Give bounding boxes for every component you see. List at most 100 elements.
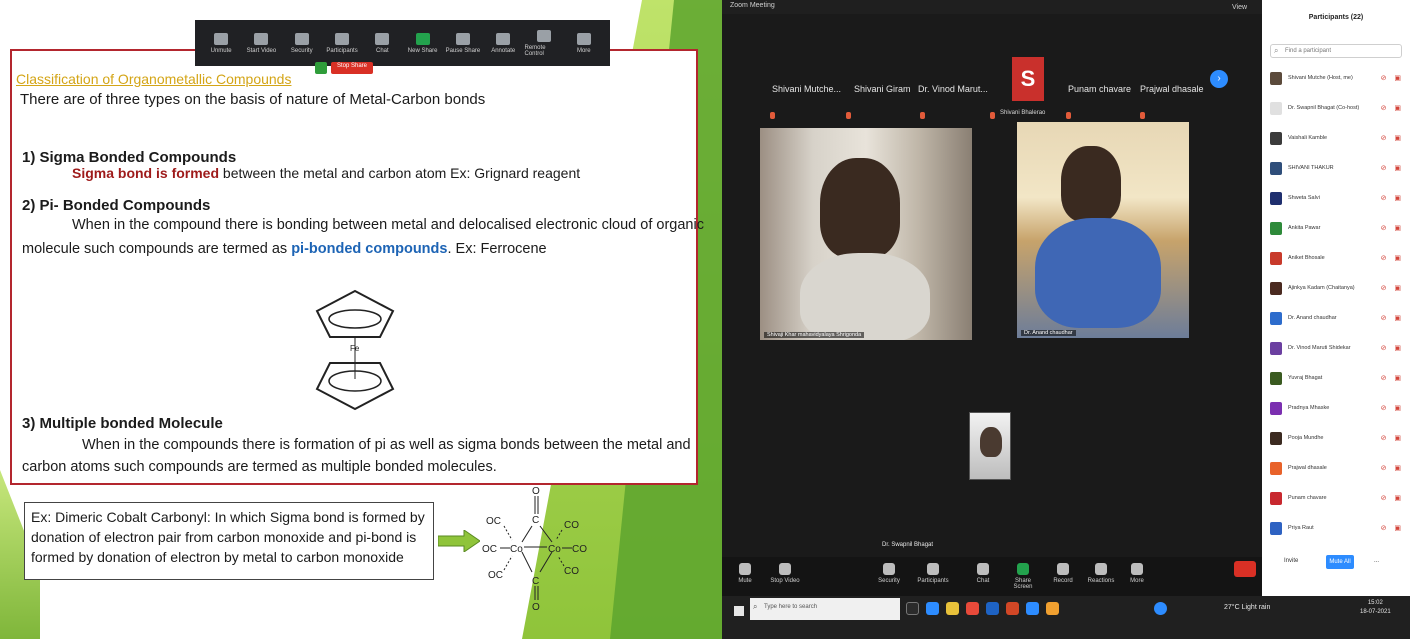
participants-more-button[interactable]: ... xyxy=(1374,558,1379,564)
edge-icon[interactable] xyxy=(1154,602,1167,615)
participants-button[interactable]: Participants xyxy=(916,563,950,584)
store-icon[interactable] xyxy=(1026,602,1039,615)
powerpoint-icon[interactable] xyxy=(1006,602,1019,615)
participant-row[interactable]: Pradnya Mhaske ⊘ ▣ xyxy=(1270,400,1404,418)
participant-row[interactable]: Dr. Swapnil Bhagat (Co-host) ⊘ ▣ xyxy=(1270,100,1404,118)
end-meeting-button[interactable] xyxy=(1234,561,1256,577)
participant-name: Yuvraj Bhagat xyxy=(1288,375,1323,381)
participant-search-input[interactable]: ⌕ Find a participant xyxy=(1270,44,1402,58)
muted-mic-video-off-icon[interactable]: ⊘ ▣ xyxy=(1381,254,1404,262)
app-icon[interactable] xyxy=(1046,602,1059,615)
muted-mic-video-off-icon[interactable]: ⊘ ▣ xyxy=(1381,314,1404,322)
slide-content-box: Classification of Organometallic Compoun… xyxy=(10,49,704,485)
participant-name: Dr. Anand chaudhar xyxy=(1288,315,1337,321)
participant-row[interactable]: Dr. Vinod Maruti Shidekar ⊘ ▣ xyxy=(1270,340,1404,358)
participant-name: SHIVANI THAKUR xyxy=(1288,165,1334,171)
participant-avatar[interactable]: S xyxy=(1012,57,1044,101)
toolbar-security-button[interactable]: Security xyxy=(283,32,321,54)
taskbar-search-placeholder: Type here to search xyxy=(764,604,818,610)
participant-row[interactable]: SHIVANI THAKUR ⊘ ▣ xyxy=(1270,160,1404,178)
toolbar-start-video-button[interactable]: Start Video xyxy=(242,32,280,54)
participant-row[interactable]: Aniket Bhosale ⊘ ▣ xyxy=(1270,250,1404,268)
record-button[interactable]: Record xyxy=(1046,563,1080,584)
muted-mic-video-off-icon[interactable]: ⊘ ▣ xyxy=(1381,494,1404,502)
toolbar-pause-share-button[interactable]: Pause Share xyxy=(444,32,482,54)
screen: Classification of Organometallic Compoun… xyxy=(0,0,1410,639)
strip-participant-name[interactable]: Shivani Mutche... xyxy=(772,84,841,94)
muted-mic-video-off-icon[interactable]: ⊘ ▣ xyxy=(1381,404,1404,412)
participant-row[interactable]: Yuvraj Bhagat ⊘ ▣ xyxy=(1270,370,1404,388)
mute-all-button[interactable]: Mute All xyxy=(1326,555,1354,569)
next-page-arrow-icon[interactable]: › xyxy=(1210,70,1228,88)
task-view-icon[interactable] xyxy=(906,602,919,615)
windows-start-icon[interactable] xyxy=(734,606,744,616)
toolbar-new-share-button[interactable]: New Share xyxy=(404,32,442,54)
security-button[interactable]: Security xyxy=(872,563,906,584)
participant-row[interactable]: Punam chavare ⊘ ▣ xyxy=(1270,490,1404,508)
muted-mic-video-off-icon[interactable]: ⊘ ▣ xyxy=(1381,224,1404,232)
toolbar-annotate-button[interactable]: Annotate xyxy=(484,32,522,54)
video-tile-1[interactable]: Shivaji Khar mahavidyalaya Shrigonda xyxy=(760,128,972,340)
muted-mic-video-off-icon[interactable]: ⊘ ▣ xyxy=(1381,284,1404,292)
share-screen-icon xyxy=(1017,563,1029,575)
section-text-pi-line1: When in the compound there is bonding be… xyxy=(72,217,704,233)
muted-mic-video-off-icon[interactable]: ⊘ ▣ xyxy=(1381,164,1404,172)
stop-share-button[interactable]: Stop Share xyxy=(331,62,374,74)
participant-avatar xyxy=(1270,282,1282,295)
mute-button[interactable]: Mute xyxy=(728,563,762,584)
reactions-button[interactable]: Reactions xyxy=(1084,563,1118,584)
toolbar-remote-control-button[interactable]: Remote Control xyxy=(525,29,563,57)
muted-mic-video-off-icon[interactable]: ⊘ ▣ xyxy=(1381,134,1404,142)
muted-mic-video-off-icon[interactable]: ⊘ ▣ xyxy=(1381,344,1404,352)
muted-mic-video-off-icon[interactable]: ⊘ ▣ xyxy=(1381,74,1404,82)
participant-name: Ajinkya Kadam (Chaitanya) xyxy=(1288,285,1355,291)
share-screen-button[interactable]: Share Screen xyxy=(1006,563,1040,590)
strip-participant-name[interactable]: Shivani Giram xyxy=(854,84,911,94)
participant-row[interactable]: Ankita Pawar ⊘ ▣ xyxy=(1270,220,1404,238)
chrome-icon[interactable] xyxy=(966,602,979,615)
file-explorer-icon[interactable] xyxy=(946,602,959,615)
muted-mic-video-off-icon[interactable]: ⊘ ▣ xyxy=(1381,374,1404,382)
cobalt-oc-top-left: OC xyxy=(486,516,501,527)
muted-mic-video-off-icon[interactable]: ⊘ ▣ xyxy=(1381,194,1404,202)
participant-row[interactable]: Shivani Mutche (Host, me) ⊘ ▣ xyxy=(1270,70,1404,88)
stop-video-button[interactable]: Stop Video xyxy=(768,563,802,584)
participant-row[interactable]: Priya Raut ⊘ ▣ xyxy=(1270,520,1404,538)
strip-participant-name[interactable]: Prajwal dhasale xyxy=(1140,84,1204,94)
chat-button[interactable]: Chat xyxy=(966,563,1000,584)
word-icon[interactable] xyxy=(986,602,999,615)
toolbar-participants-button[interactable]: Participants xyxy=(323,32,361,54)
toolbar-more-button[interactable]: More xyxy=(565,32,603,54)
participant-row[interactable]: Prajwal dhasale ⊘ ▣ xyxy=(1270,460,1404,478)
toolbar-unmute-button[interactable]: Unmute xyxy=(202,32,240,54)
cobalt-co-atom-1: Co xyxy=(510,544,523,555)
view-button[interactable]: View xyxy=(1232,4,1247,11)
taskbar-search-box[interactable]: ⌕ Type here to search xyxy=(750,598,900,620)
participant-name: Punam chavare xyxy=(1288,495,1327,501)
strip-participant-name[interactable]: Dr. Vinod Marut... xyxy=(918,84,988,94)
participant-row[interactable]: Vaishali Kamble ⊘ ▣ xyxy=(1270,130,1404,148)
participant-name: Aniket Bhosale xyxy=(1288,255,1325,261)
share-id-badge xyxy=(315,62,327,74)
toolbar-chat-button[interactable]: Chat xyxy=(363,32,401,54)
participant-row[interactable]: Pooja Mundhe ⊘ ▣ xyxy=(1270,430,1404,448)
video-tile-2[interactable]: Dr. Anand chaudhar xyxy=(1017,122,1189,338)
more-button[interactable]: More xyxy=(1120,563,1154,584)
muted-mic-video-off-icon[interactable]: ⊘ ▣ xyxy=(1381,434,1404,442)
zoom-control-bar: Mute Stop Video Security Participants Ch… xyxy=(722,557,1262,599)
muted-mic-video-off-icon[interactable]: ⊘ ▣ xyxy=(1381,104,1404,112)
participant-row[interactable]: Shweta Salvi ⊘ ▣ xyxy=(1270,190,1404,208)
participant-photo[interactable] xyxy=(969,412,1011,480)
cobalt-co-mid-right: CO xyxy=(572,544,587,555)
invite-button[interactable]: Invite xyxy=(1284,558,1298,564)
weather-widget[interactable]: 27°C Light rain xyxy=(1224,604,1270,611)
participant-row[interactable]: Ajinkya Kadam (Chaitanya) ⊘ ▣ xyxy=(1270,280,1404,298)
pi-highlight: pi-bonded compounds xyxy=(291,241,448,257)
system-clock[interactable]: 15:02 18-07-2021 xyxy=(1360,599,1391,617)
strip-participant-name[interactable]: Punam chavare xyxy=(1068,84,1131,94)
participant-row[interactable]: Dr. Anand chaudhar ⊘ ▣ xyxy=(1270,310,1404,328)
muted-mic-video-off-icon[interactable]: ⊘ ▣ xyxy=(1381,524,1404,532)
zoom-app-icon[interactable] xyxy=(926,602,939,615)
muted-mic-video-off-icon[interactable]: ⊘ ▣ xyxy=(1381,464,1404,472)
ferrocene-fe-label: Fe xyxy=(350,344,360,353)
